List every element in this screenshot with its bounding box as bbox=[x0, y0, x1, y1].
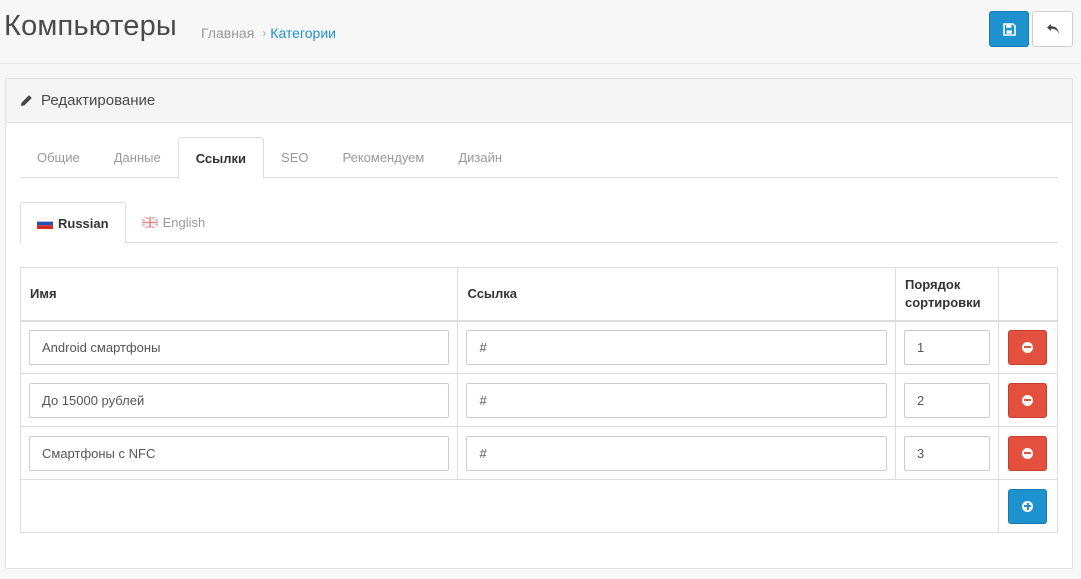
tab-language-english[interactable]: English bbox=[126, 202, 222, 243]
panel-title: Редактирование bbox=[41, 92, 156, 109]
add-row-button[interactable] bbox=[1008, 488, 1048, 524]
breadcrumb-categories[interactable]: Категории bbox=[270, 25, 336, 41]
language-label: Russian bbox=[58, 215, 109, 231]
tab-recommended[interactable]: Рекомендуем bbox=[326, 137, 442, 178]
tab-language-russian[interactable]: Russian bbox=[20, 202, 126, 244]
tab-data[interactable]: Данные bbox=[97, 137, 178, 178]
link-input[interactable] bbox=[466, 435, 887, 471]
tab-seo[interactable]: SEO bbox=[264, 137, 325, 178]
plus-circle-icon bbox=[1022, 500, 1034, 512]
language-label: English bbox=[162, 215, 206, 230]
tab-links[interactable]: Ссылки bbox=[177, 137, 265, 179]
name-input[interactable] bbox=[29, 329, 450, 365]
language-tabs: Russian English bbox=[20, 202, 1058, 244]
column-header-sort-order: Порядок сортировки bbox=[895, 267, 999, 322]
table-row bbox=[19, 426, 1059, 480]
column-header-name: Имя bbox=[19, 267, 459, 322]
tab-design[interactable]: Дизайн bbox=[441, 137, 519, 178]
page-title: Компьютеры bbox=[4, 10, 177, 42]
table-row bbox=[19, 320, 1059, 374]
table-row bbox=[19, 373, 1059, 427]
save-icon bbox=[1002, 22, 1016, 36]
name-input[interactable] bbox=[29, 382, 450, 418]
panel-heading: Редактирование bbox=[6, 79, 1072, 123]
pencil-icon bbox=[21, 95, 32, 106]
section-tabs: Общие Данные Ссылки SEO Рекомендуем Диза… bbox=[20, 137, 1058, 179]
gb-flag-icon bbox=[141, 217, 158, 228]
edit-panel: Редактирование Общие Данные Ссылки SEO Р… bbox=[5, 78, 1073, 569]
name-input[interactable] bbox=[29, 435, 450, 471]
remove-row-button[interactable] bbox=[1008, 435, 1048, 471]
page-header: Компьютеры Главная › Категории bbox=[0, 0, 1081, 64]
column-header-link: Ссылка bbox=[457, 267, 896, 322]
ru-flag-icon bbox=[37, 217, 53, 229]
tab-general[interactable]: Общие bbox=[20, 137, 97, 178]
link-input[interactable] bbox=[466, 329, 887, 365]
minus-circle-icon bbox=[1022, 447, 1034, 459]
links-table: Имя Ссылка Порядок сортировки bbox=[19, 267, 1059, 533]
link-input[interactable] bbox=[466, 382, 887, 418]
sort-order-input[interactable] bbox=[904, 382, 990, 418]
minus-circle-icon bbox=[1022, 341, 1034, 353]
minus-circle-icon bbox=[1022, 394, 1034, 406]
remove-row-button[interactable] bbox=[1008, 329, 1048, 365]
back-button[interactable] bbox=[1032, 11, 1073, 47]
save-button[interactable] bbox=[989, 11, 1029, 47]
breadcrumb-separator: › bbox=[262, 26, 267, 40]
breadcrumb: Главная › Категории bbox=[201, 25, 336, 41]
remove-row-button[interactable] bbox=[1008, 382, 1048, 418]
table-footer-row bbox=[20, 479, 1059, 533]
sort-order-input[interactable] bbox=[904, 329, 990, 365]
breadcrumb-home[interactable]: Главная bbox=[201, 25, 254, 41]
column-header-actions bbox=[997, 267, 1059, 322]
reply-icon bbox=[1046, 24, 1059, 34]
table-header-row: Имя Ссылка Порядок сортировки bbox=[19, 267, 1059, 322]
sort-order-input[interactable] bbox=[904, 435, 990, 471]
